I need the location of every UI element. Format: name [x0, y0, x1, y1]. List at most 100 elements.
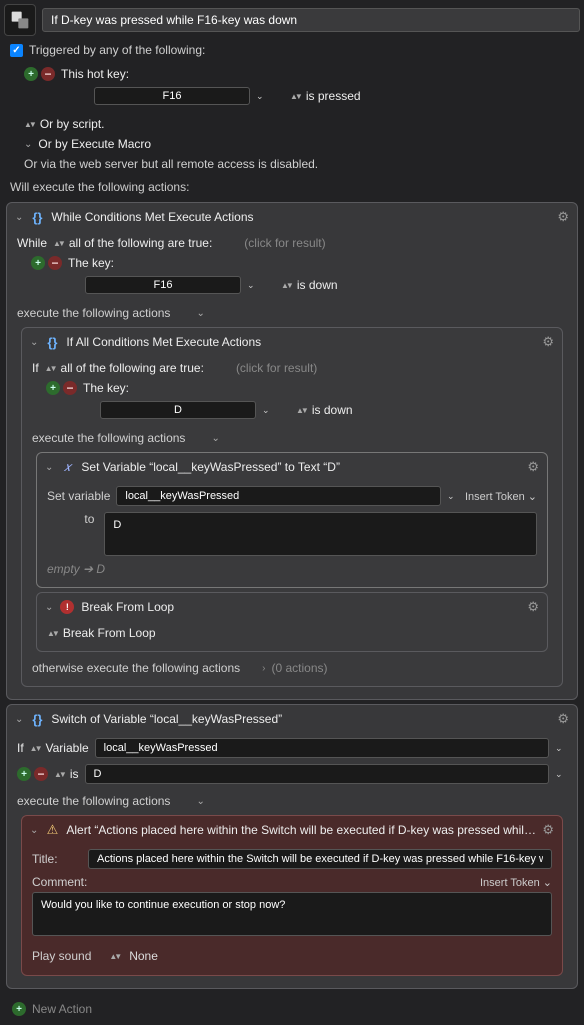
break-block: ⌄ ! Break From Loop ⚙ ▲▼ Break From Loop [36, 592, 548, 652]
if-the-key: The key: [83, 381, 129, 395]
while-cond-selector[interactable]: ▲▼ [53, 239, 63, 248]
setvar-disclosure[interactable]: ⌄ [45, 462, 53, 473]
break-title: Break From Loop [81, 600, 521, 614]
actions-header: Will execute the following actions: [0, 176, 584, 198]
to-label: to [47, 512, 98, 526]
if-label: If [32, 361, 39, 375]
alert-title-input[interactable] [88, 849, 552, 869]
switch-is-dropdown[interactable]: ⌄ [555, 772, 567, 777]
if-key-dropdown[interactable]: ⌄ [262, 408, 274, 413]
if-block: ⌄ {} If All Conditions Met Execute Actio… [21, 327, 563, 687]
or-macro-label: Or by Execute Macro [38, 137, 151, 151]
alert-block: ⌄ ⚠ Alert “Actions placed here within th… [21, 815, 563, 976]
new-action-button[interactable]: + [12, 1002, 26, 1016]
braces-icon: {} [29, 209, 45, 225]
alert-insert-token[interactable]: Insert Token ⌄ [480, 876, 552, 889]
switch-var-dropdown[interactable]: ⌄ [555, 746, 567, 751]
variable-name-input[interactable] [116, 486, 441, 506]
if-exec-disclosure[interactable]: ⌄ [211, 433, 219, 444]
or-script-label: Or by script. [40, 117, 105, 131]
if-cond-selector[interactable]: ▲▼ [45, 364, 55, 373]
macro-title-input[interactable] [42, 8, 580, 32]
switch-execute-label: execute the following actions [17, 794, 170, 808]
all-true-label: all of the following are true: [69, 236, 212, 250]
switch-title: Switch of Variable “local__keyWasPressed… [51, 712, 551, 726]
add-trigger-button[interactable]: + [24, 67, 38, 81]
hotkey-input[interactable] [94, 87, 250, 105]
switch-block: ⌄ {} Switch of Variable “local__keyWasPr… [6, 704, 578, 989]
variable-value-input[interactable] [104, 512, 537, 556]
if-down-selector[interactable]: ▲▼ [296, 406, 306, 415]
if-add-cond-button[interactable]: + [46, 381, 60, 395]
if-gear-icon[interactable]: ⚙ [542, 334, 554, 350]
break-selector[interactable]: ▲▼ [47, 629, 57, 638]
set-variable-block: ⌄ 𝑥 Set Variable “local__keyWasPressed” … [36, 452, 548, 588]
click-result-hint[interactable]: (click for result) [244, 236, 325, 250]
sound-value[interactable]: None [125, 948, 162, 964]
setvar-footer: empty ➔ D [47, 562, 105, 576]
while-block: ⌄ {} While Conditions Met Execute Action… [6, 202, 578, 700]
or-macro-disclosure[interactable]: ⌄ [24, 139, 32, 150]
while-label: While [17, 236, 47, 250]
if-execute-label: execute the following actions [32, 431, 185, 445]
stop-icon: ! [59, 599, 75, 615]
alert-comment-input[interactable] [32, 892, 552, 936]
new-action-label[interactable]: New Action [32, 1002, 92, 1016]
remove-cond-button[interactable]: − [48, 256, 62, 270]
while-disclosure[interactable]: ⌄ [15, 212, 23, 223]
switch-if-label: If [17, 741, 24, 755]
set-variable-label: Set variable [47, 489, 110, 503]
if-click-result[interactable]: (click for result) [236, 361, 317, 375]
alert-comment-label: Comment: [32, 875, 87, 889]
switch-variable-input[interactable] [95, 738, 549, 758]
execute-actions-label: execute the following actions [17, 306, 170, 320]
execute-disclosure[interactable]: ⌄ [196, 308, 204, 319]
if-disclosure[interactable]: ⌄ [30, 337, 38, 348]
or-script-selector[interactable]: ▲▼ [24, 120, 34, 129]
while-title: While Conditions Met Execute Actions [51, 210, 551, 224]
insert-token-link[interactable]: Insert Token ⌄ [465, 490, 537, 503]
while-gear-icon[interactable]: ⚙ [557, 209, 569, 225]
break-gear-icon[interactable]: ⚙ [527, 599, 539, 615]
hotkey-dropdown[interactable]: ⌄ [256, 94, 268, 99]
switch-if-selector[interactable]: ▲▼ [30, 744, 40, 753]
switch-add-button[interactable]: + [17, 767, 31, 781]
switch-disclosure[interactable]: ⌄ [15, 714, 23, 725]
sound-selector[interactable]: ▲▼ [109, 952, 119, 961]
switch-is-label: is [70, 767, 79, 781]
alert-gear-icon[interactable]: ⚙ [542, 822, 554, 838]
web-server-label: Or via the web server but all remote acc… [24, 157, 318, 171]
alert-disclosure[interactable]: ⌄ [30, 825, 38, 836]
break-disclosure[interactable]: ⌄ [45, 602, 53, 613]
if-remove-cond-button[interactable]: − [63, 381, 77, 395]
if-key-input[interactable] [100, 401, 256, 419]
warning-icon: ⚠ [44, 822, 60, 838]
while-key-input[interactable] [85, 276, 241, 294]
braces-icon: {} [44, 334, 60, 350]
switch-gear-icon[interactable]: ⚙ [557, 711, 569, 727]
var-dropdown[interactable]: ⌄ [447, 494, 459, 499]
the-key-label: The key: [68, 256, 114, 270]
braces-icon: {} [29, 711, 45, 727]
setvar-gear-icon[interactable]: ⚙ [527, 459, 539, 475]
script-icon: 𝑥 [59, 459, 75, 475]
otherwise-count: (0 actions) [271, 661, 327, 675]
switch-exec-disclosure[interactable]: ⌄ [196, 796, 204, 807]
switch-remove-button[interactable]: − [34, 767, 48, 781]
hotkey-label: This hot key: [61, 67, 129, 81]
is-pressed-label: is pressed [306, 89, 361, 103]
triggered-checkbox[interactable]: ✓ [10, 44, 23, 57]
break-sub-label: Break From Loop [63, 626, 156, 640]
otherwise-chevron-icon[interactable]: › [262, 663, 265, 674]
switch-is-selector[interactable]: ▲▼ [54, 770, 64, 779]
while-down-selector[interactable]: ▲▼ [281, 281, 291, 290]
remove-trigger-button[interactable]: − [41, 67, 55, 81]
triggered-label: Triggered by any of the following: [29, 43, 205, 57]
while-key-dropdown[interactable]: ⌄ [247, 283, 259, 288]
alert-title-label: Title: [32, 852, 82, 866]
switch-is-input[interactable] [85, 764, 549, 784]
alert-title: Alert “Actions placed here within the Sw… [66, 823, 536, 837]
add-cond-button[interactable]: + [31, 256, 45, 270]
press-selector[interactable]: ▲▼ [290, 92, 300, 101]
otherwise-label: otherwise execute the following actions [32, 661, 240, 675]
